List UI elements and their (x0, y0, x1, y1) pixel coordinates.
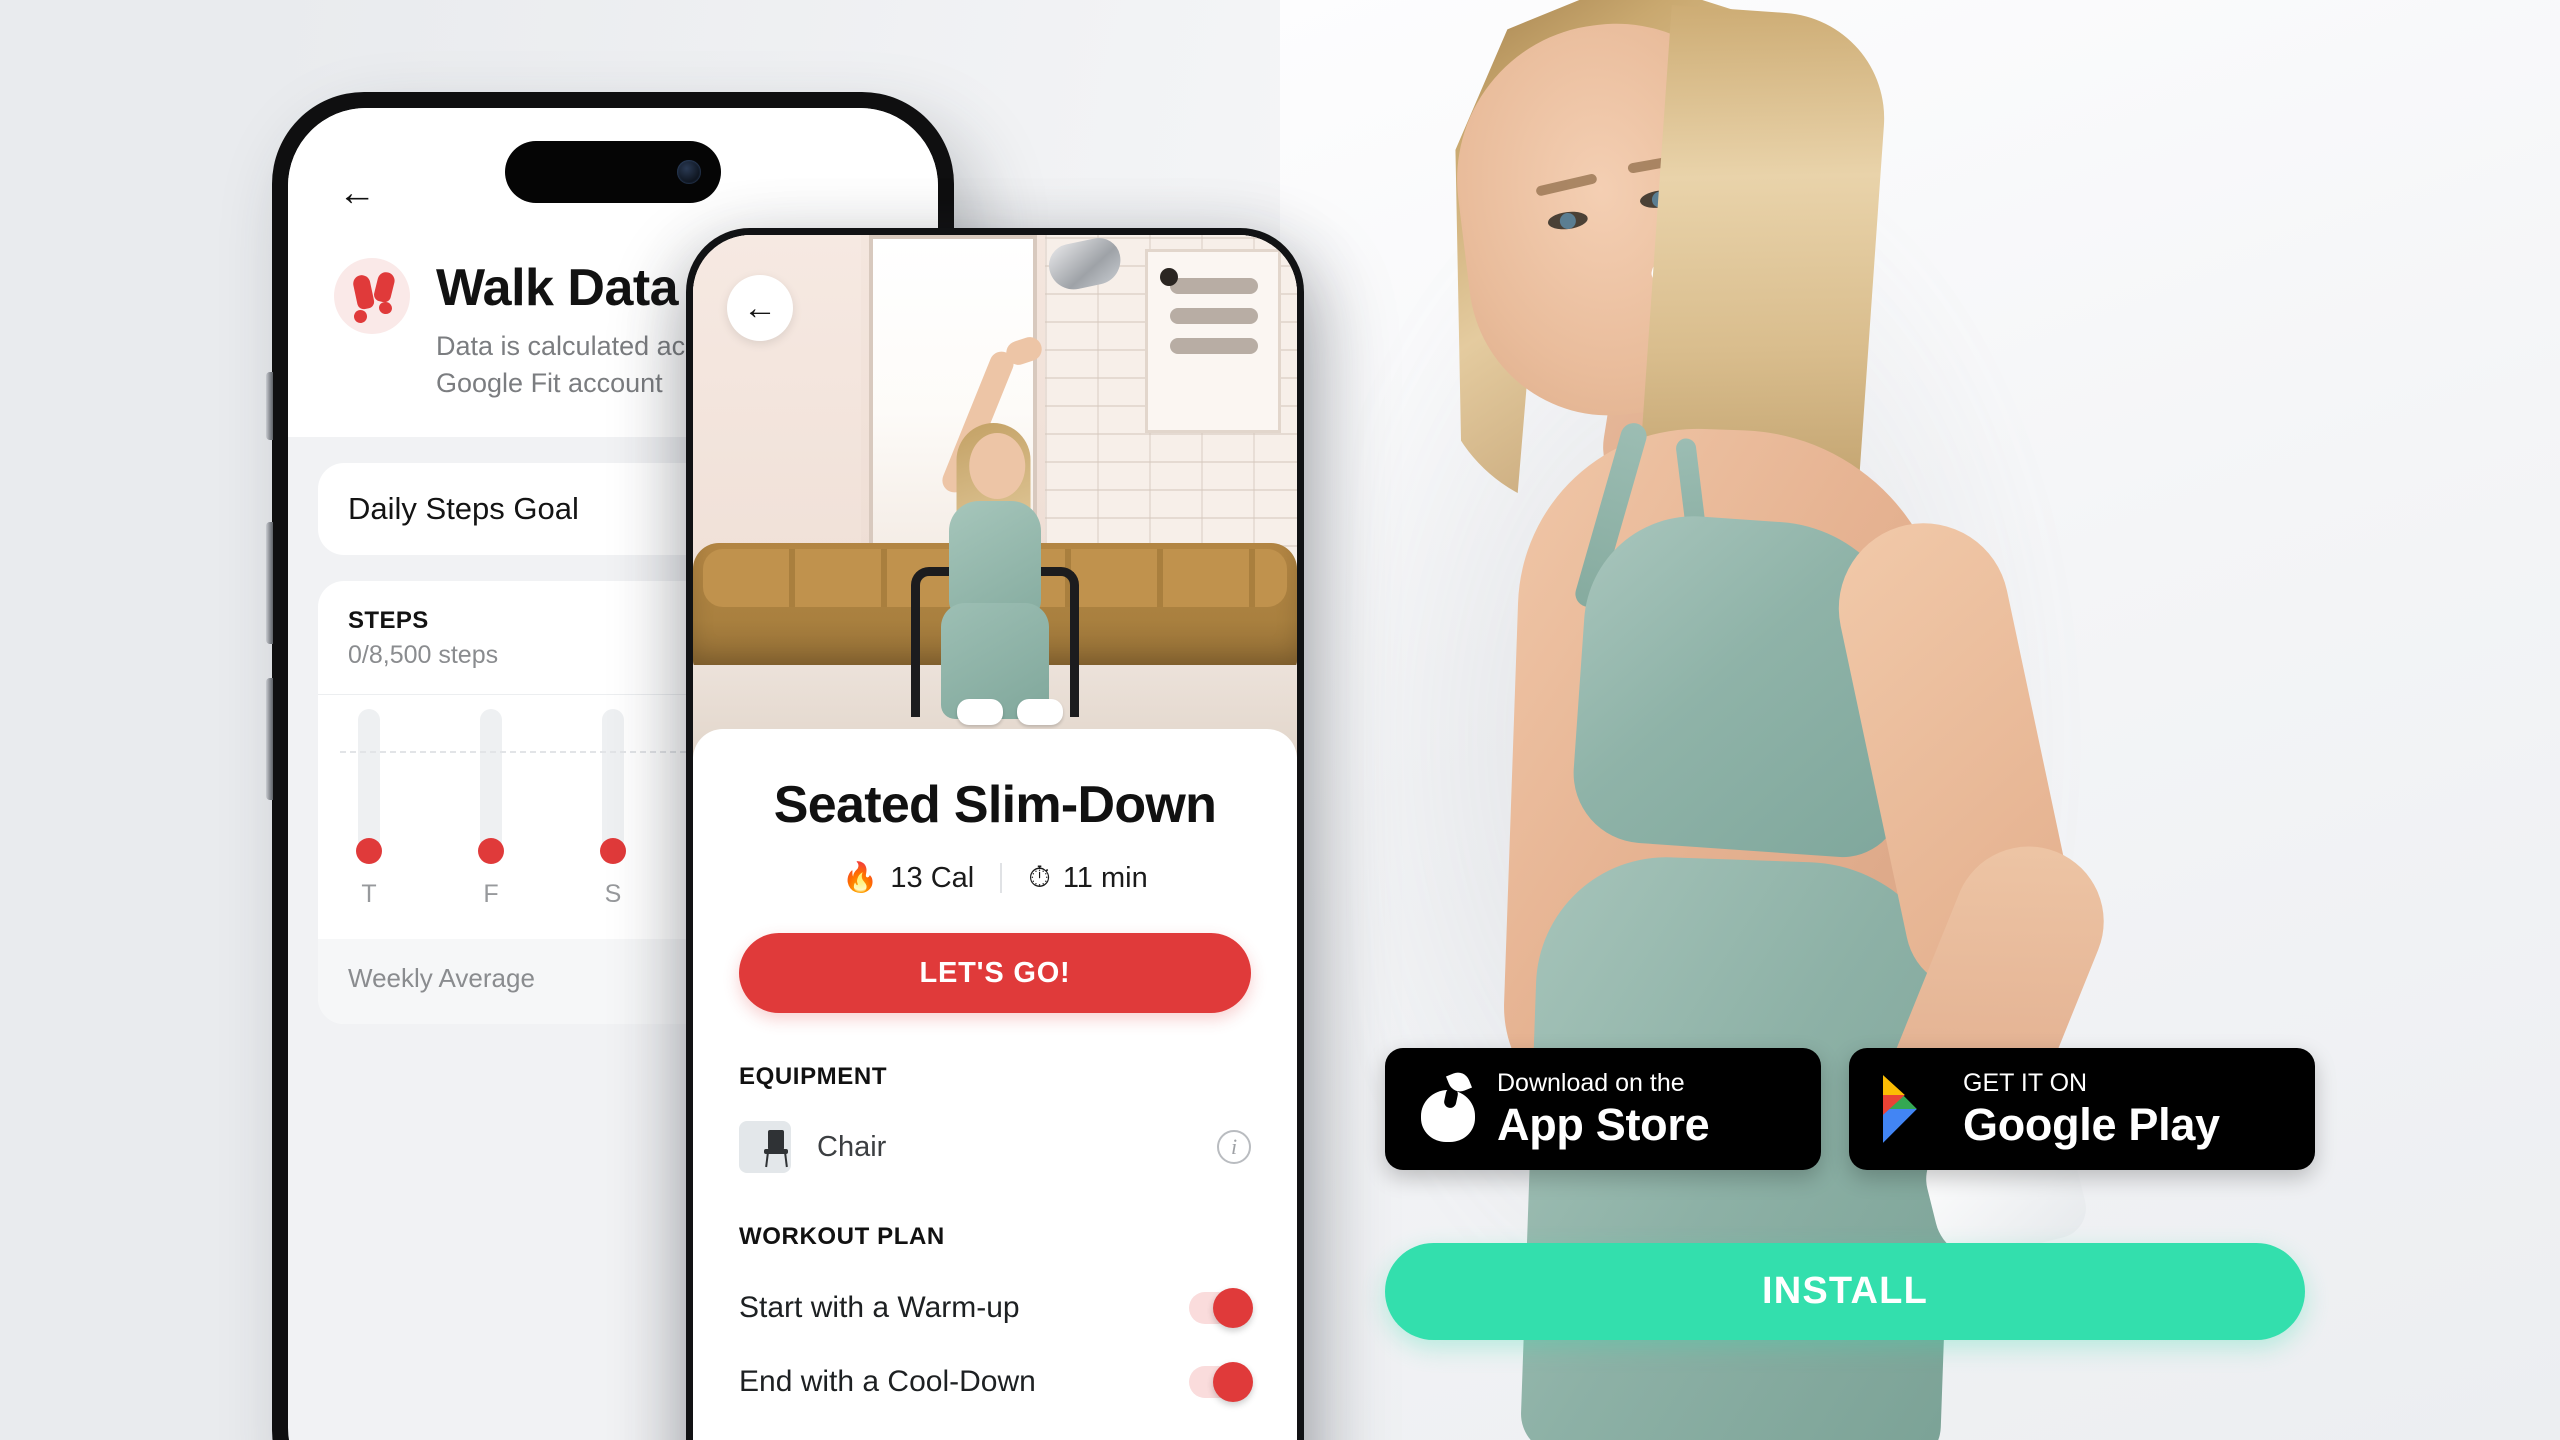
google-play-small-label: GET IT ON (1963, 1069, 2088, 1098)
meta-divider (1000, 863, 1003, 893)
chart-bar-marker (478, 837, 504, 864)
chart-bar-track (358, 708, 380, 851)
app-store-big-label: App Store (1497, 1098, 1710, 1150)
google-play-badge[interactable]: GET IT ON Google Play (1849, 1048, 2315, 1170)
footprints-icon (334, 258, 410, 334)
workout-meta: 🔥 13 Cal ⏱ 11 min (739, 861, 1251, 895)
lets-go-button[interactable]: LET'S GO! (739, 933, 1251, 1013)
equipment-item[interactable]: Chair i (739, 1121, 1251, 1173)
stopwatch-icon: ⏱ (1028, 861, 1051, 894)
workout-hero-image: ← (693, 235, 1297, 757)
duration-value: 11 min (1062, 861, 1148, 894)
chart-bar-marker (600, 837, 626, 864)
daily-steps-goal-label: Daily Steps Goal (348, 490, 579, 526)
google-play-big-label: Google Play (1963, 1098, 2220, 1150)
workout-title: Seated Slim-Down (773, 776, 1217, 834)
google-play-icon (1883, 1075, 1943, 1143)
plan-row-cooldown[interactable]: End with a Cool-Down (739, 1362, 1253, 1402)
equipment-kicker: EQUIPMENT (739, 1063, 888, 1090)
front-camera-icon (677, 160, 701, 184)
flame-icon: 🔥 (842, 862, 879, 894)
chart-bar-marker (356, 837, 382, 864)
install-button[interactable]: INSTALL (1385, 1243, 2305, 1340)
phone-volume-up-button[interactable] (266, 522, 273, 644)
back-button[interactable]: ← (727, 275, 793, 341)
phone-mute-switch[interactable] (266, 372, 273, 440)
calories-meta: 🔥 13 Cal (842, 861, 974, 895)
back-arrow-icon[interactable]: ← (334, 170, 380, 216)
app-store-small-label: Download on the (1497, 1069, 1685, 1098)
chair-icon (739, 1121, 791, 1173)
chart-bar-column: T (352, 708, 386, 909)
chart-bar-track (602, 708, 624, 851)
app-store-badge[interactable]: Download on the App Store (1385, 1048, 1821, 1170)
warmup-toggle[interactable] (1189, 1288, 1253, 1328)
chart-bar-track (480, 708, 502, 851)
chart-x-tick-label: T (361, 879, 377, 908)
hero-wall-art (1145, 249, 1281, 433)
chart-x-tick-label: S (604, 879, 622, 908)
cooldown-toggle[interactable] (1189, 1362, 1253, 1402)
workout-detail-sheet: Seated Slim-Down 🔥 13 Cal ⏱ 11 min LET'S… (693, 729, 1297, 1440)
phone-workout-detail: ← Seated Slim-Down 🔥 13 Cal ⏱ 11 min LET… (686, 228, 1304, 1440)
chart-bar-column: F (474, 708, 508, 909)
chart-bar-column: S (596, 708, 630, 909)
hero-trainer (920, 334, 1070, 731)
store-badges: Download on the App Store GET IT ON Goog… (1385, 1048, 2315, 1170)
dynamic-island (505, 141, 721, 203)
plan-label-warmup: Start with a Warm-up (739, 1291, 1020, 1324)
plan-label-cooldown: End with a Cool-Down (739, 1365, 1036, 1398)
model-photo (1280, 0, 2560, 1440)
apple-icon (1419, 1068, 1477, 1144)
equipment-name: Chair (817, 1130, 887, 1163)
info-icon[interactable]: i (1217, 1130, 1251, 1164)
calories-value: 13 Cal (890, 861, 975, 894)
phone-volume-down-button[interactable] (266, 678, 273, 800)
phone-workout-screen: ← Seated Slim-Down 🔥 13 Cal ⏱ 11 min LET… (693, 235, 1297, 1440)
duration-meta: ⏱ 11 min (1028, 862, 1148, 895)
plan-row-warmup[interactable]: Start with a Warm-up (739, 1288, 1253, 1328)
workout-plan-kicker: WORKOUT PLAN (739, 1223, 945, 1250)
model-brow-left (1535, 173, 1598, 197)
chart-x-tick-label: F (483, 879, 499, 908)
